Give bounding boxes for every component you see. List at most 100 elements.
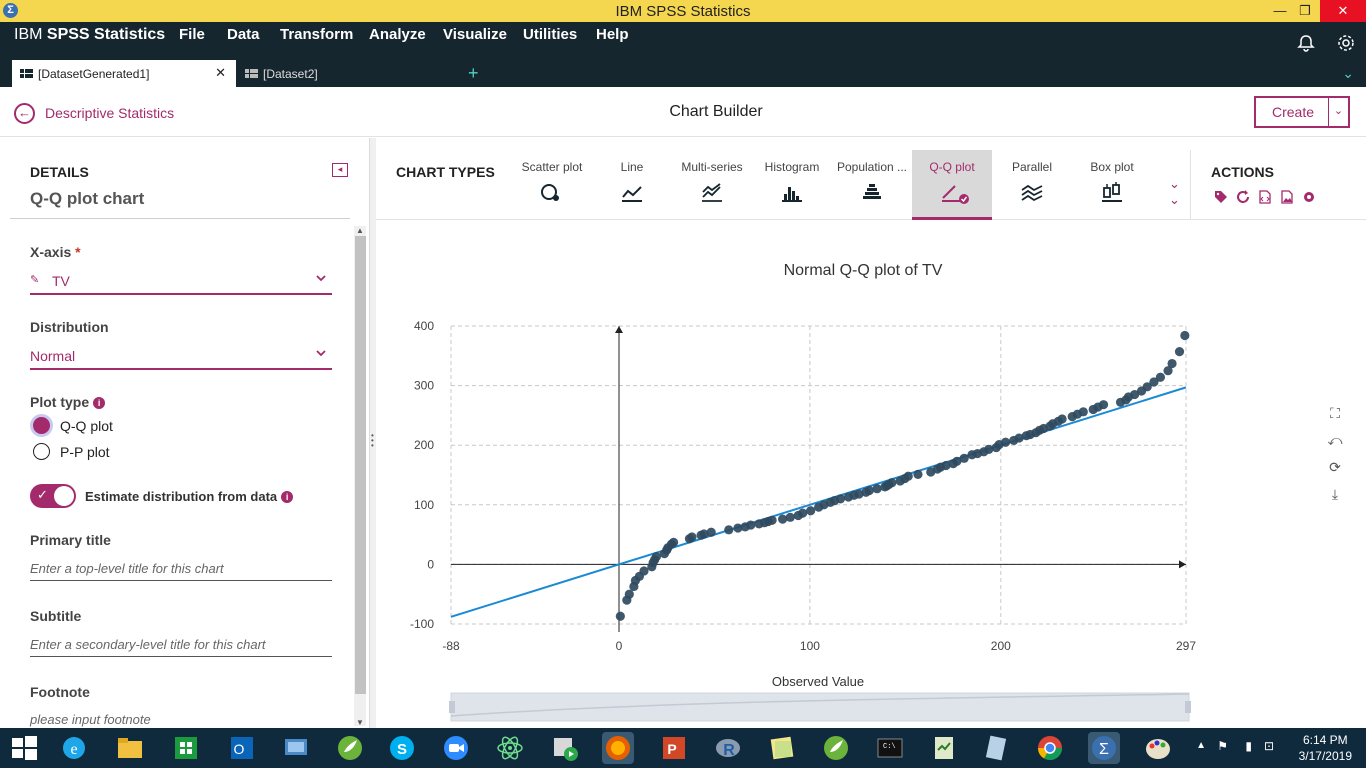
download-icon[interactable]: ⤓ [1326,485,1344,503]
menu-data[interactable]: Data [227,26,260,43]
range-slider[interactable] [449,692,1191,722]
maximize-button[interactable]: ❐ [1290,0,1320,22]
tab-dataset-generated1[interactable]: [DatasetGenerated1] ✕ [12,60,236,87]
tab-dataset2[interactable]: [Dataset2] [237,60,461,87]
data-point [1167,358,1177,369]
file-explorer-icon[interactable] [114,732,146,764]
radio-qq-plot[interactable] [33,417,50,434]
crop-icon[interactable]: ⛶ [1326,404,1344,422]
crop-reset-icon[interactable]: ⤺ [1326,431,1344,449]
menu-visualize[interactable]: Visualize [443,26,507,43]
chart-type-parallel[interactable]: Parallel [992,150,1072,220]
rotate-icon[interactable]: ⟳ [1326,458,1344,476]
powerpoint-icon[interactable]: P [658,732,690,764]
skype-icon[interactable]: S [386,732,418,764]
menu-transform[interactable]: Transform [280,26,353,43]
create-dropdown-icon[interactable]: ⌄ [1328,98,1348,126]
qq-plot-chart[interactable]: Normal Q-Q plot of TV -1000100200300400-… [376,220,1366,728]
chart-type-scatter[interactable]: Scatter plot [512,150,592,220]
scatter-plot-icon [541,184,559,201]
radio-pp-plot-label: P-P plot [60,444,110,460]
range-handle-right[interactable] [1185,701,1191,713]
firefox-icon[interactable] [602,732,634,764]
parallel-icon [1021,184,1043,202]
scroll-up-icon[interactable]: ▲ [356,226,364,235]
internet-explorer-icon[interactable]: e [58,732,90,764]
chart-type-qq-plot[interactable]: Q-Q plot [912,150,992,220]
settings-gear-icon[interactable] [1337,34,1355,52]
chart-type-histogram[interactable]: Histogram [752,150,832,220]
chart-type-population-pyramid[interactable]: Population ... [832,150,912,220]
actions-heading: ACTIONS [1211,164,1274,180]
zoom-icon[interactable] [440,732,472,764]
divider [10,218,350,219]
taskbar-clock[interactable]: 6:14 PM 3/17/2019 [1299,732,1352,764]
pencil-icon: ✎ [30,274,40,286]
notifications-icon[interactable] [1297,34,1315,52]
xaxis-select[interactable]: ✎ TV [30,269,332,295]
tag-icon[interactable] [1214,190,1228,204]
chart-type-line[interactable]: Line [592,150,672,220]
chevron-down-icon[interactable]: ⌄ [1342,65,1354,82]
battery-icon[interactable]: ▮ [1245,739,1252,753]
chart-type-multi-series[interactable]: Multi-series [672,150,752,220]
media-player-icon[interactable] [549,732,581,764]
drag-handle-icon[interactable]: • • • [371,432,374,450]
menu-bar: IBM SPSS Statistics File Data Transform … [0,22,1366,60]
spring-tool-icon[interactable] [820,732,852,764]
atom-icon[interactable] [494,732,526,764]
menu-utilities[interactable]: Utilities [523,26,577,43]
data-point [624,589,634,599]
close-tab-icon[interactable]: ✕ [215,65,226,81]
menu-file[interactable]: File [179,26,205,43]
data-point [724,525,734,535]
network-icon[interactable]: ⊡ [1264,739,1274,753]
estimate-toggle[interactable]: ✓ [30,484,76,508]
windows-start-icon[interactable] [8,732,40,764]
store-icon[interactable] [170,732,202,764]
refresh-icon[interactable] [1236,190,1250,204]
flag-icon[interactable]: ⚑ [1217,739,1228,753]
info-icon[interactable]: i [281,491,294,503]
menu-help[interactable]: Help [596,26,629,43]
radio-pp-plot[interactable] [33,443,50,460]
r-icon[interactable]: R [712,732,744,764]
more-chart-types-icon[interactable]: ⌄ ⌄ [1169,176,1180,208]
notepad-icon[interactable] [928,732,960,764]
chart-type-box-plot[interactable]: Box plot [1072,150,1152,220]
notebook-icon[interactable] [980,732,1012,764]
code-icon[interactable] [1258,190,1272,204]
primary-title-input[interactable]: Enter a top-level title for this chart [30,559,332,581]
collapse-panel-icon[interactable]: ◂ [332,163,348,177]
spss-icon[interactable]: Σ [1088,732,1120,764]
terminal-icon[interactable]: C:\ [874,732,906,764]
details-panel: DETAILS ◂ Q-Q plot chart X-axis * ✎ TV D… [0,138,370,728]
spring-icon[interactable] [334,732,366,764]
range-handle-left[interactable] [449,701,455,713]
paint-icon[interactable] [1142,732,1174,764]
sticky-notes-icon[interactable] [766,732,798,764]
outlook-icon[interactable]: O [226,732,258,764]
chrome-icon[interactable] [1034,732,1066,764]
menu-analyze[interactable]: Analyze [369,26,426,43]
add-tab-icon[interactable]: + [468,63,479,84]
settings-icon[interactable] [1302,190,1316,204]
reference-line [450,386,1187,618]
create-button[interactable]: Create ⌄ [1254,96,1350,128]
details-heading: DETAILS [30,164,89,180]
image-icon[interactable] [1280,190,1294,204]
remote-desktop-icon[interactable] [280,732,312,764]
scroll-down-icon[interactable]: ▼ [356,718,364,727]
data-point [687,532,697,542]
range-slider-track[interactable] [450,692,1190,722]
scrollbar-thumb[interactable] [355,236,366,694]
data-point [806,506,816,516]
chevron-down-icon [316,350,326,357]
data-point [913,469,923,480]
info-icon[interactable]: i [93,397,106,409]
subtitle-input[interactable]: Enter a secondary-level title for this c… [30,635,332,657]
chevron-up-icon[interactable]: ▲ [1196,740,1206,751]
data-point [864,485,874,496]
close-window-button[interactable]: ✕ [1320,0,1366,22]
distribution-select[interactable]: Normal [30,344,332,370]
